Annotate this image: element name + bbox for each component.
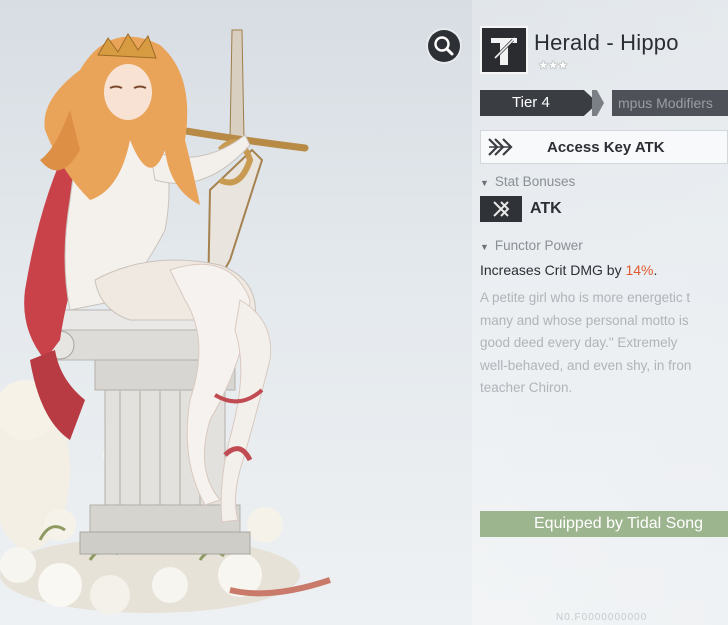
character-artwork [0,0,440,625]
magnifier-icon [434,36,454,56]
power-description: Increases Crit DMG by [480,262,626,278]
leaf-crown [97,33,157,59]
flavor-line: many and whose personal motto is [480,312,689,328]
sword-emblem-icon [491,37,517,65]
card-emblem [480,26,528,74]
flavor-line: A petite girl who is more energetic t [480,290,691,305]
equipped-by-banner[interactable]: Equipped by Tidal Song [480,511,728,537]
crossed-arrows-icon [488,138,513,156]
atk-stat-icon [480,196,522,222]
collapse-triangle-icon: ▼ [480,242,489,252]
stat-bonuses-heading[interactable]: ▼ Stat Bonuses [480,174,575,189]
atk-stat-row: ATK [480,196,728,222]
power-suffix: . [653,262,658,278]
collapse-triangle-icon: ▼ [480,178,489,188]
access-key-row[interactable]: Access Key ATK [480,130,728,164]
serial-number: N0.F0000000000 [556,612,648,623]
tier-label: Tier 4 [512,94,550,111]
face [104,64,152,120]
flavor-line: well-behaved, and even shy, in fron [480,357,692,373]
flavor-line: teacher Chiron. [480,380,573,395]
functor-power-label: Functor Power [494,238,583,253]
functor-power-text: Increases Crit DMG by 14%. [480,262,657,278]
rarity-stars: ★★★ [538,58,568,72]
flavor-text: A petite girl who is more energetic t ma… [480,287,728,400]
power-value: 14% [625,262,654,278]
access-key-label: Access Key ATK [547,139,665,156]
functor-power-heading[interactable]: ▼ Functor Power [480,238,583,253]
card-title: Herald - Hippo [534,30,679,55]
tier-tab[interactable]: Tier 4 [480,90,598,116]
flavor-line: good deed every day." Extremely [480,335,678,350]
modifiers-tab[interactable]: mpus Modifiers [612,90,728,116]
zoom-button[interactable] [428,30,460,62]
atk-stat-label: ATK [530,200,562,217]
stat-bonuses-label: Stat Bonuses [494,174,576,189]
